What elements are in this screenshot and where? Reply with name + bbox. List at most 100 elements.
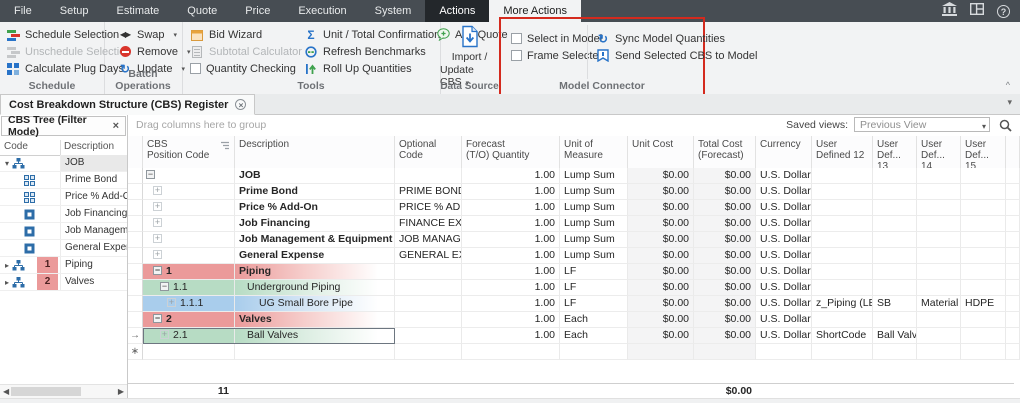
cell-cur[interactable]: U.S. Dollar xyxy=(756,216,812,232)
tab-cbs-register[interactable]: Cost Breakdown Structure (CBS) Register xyxy=(0,94,255,115)
new-row-icon[interactable]: ∗ xyxy=(128,344,143,360)
cell-qty[interactable]: 1.00 xyxy=(462,296,560,312)
tree-code-cell[interactable]: 1 xyxy=(37,257,58,273)
cell-uom[interactable]: Lump Sum xyxy=(560,200,628,216)
cell-ud12[interactable] xyxy=(812,184,873,200)
unit-total-confirmation-button[interactable]: Σ Unit / Total Confirmation xyxy=(302,26,442,43)
cell-total[interactable]: $0.00 xyxy=(694,248,756,264)
collapse-icon[interactable]: − xyxy=(146,170,155,179)
tree-row[interactable]: General Expense xyxy=(0,240,127,257)
cell-description[interactable]: Underground Piping xyxy=(235,280,395,296)
cell-opt[interactable]: JOB MANAGEM... xyxy=(395,232,462,248)
cell-uom[interactable]: Each xyxy=(560,328,628,344)
cell-ud12[interactable] xyxy=(812,264,873,280)
cell-qty[interactable]: 1.00 xyxy=(462,328,560,344)
cell-qty[interactable]: 1.00 xyxy=(462,216,560,232)
tree-row[interactable]: Prime Bond xyxy=(0,172,127,189)
cell-total[interactable]: $0.00 xyxy=(694,328,756,344)
column-header-total[interactable]: Total Cost (Forecast) xyxy=(694,136,756,168)
import-update-cbs-button[interactable]: Import / Update CBS xyxy=(440,25,499,88)
tree-description-cell[interactable]: Valves xyxy=(60,274,127,290)
row-indicator[interactable] xyxy=(128,280,143,296)
cell-opt[interactable]: FINANCE EXPE... xyxy=(395,216,462,232)
bank-icon[interactable] xyxy=(942,2,957,21)
cell-ud15[interactable] xyxy=(961,344,1006,360)
column-header-qty[interactable]: Forecast (T/O) Quantity xyxy=(462,136,560,168)
cell-description[interactable]: UG Small Bore Pipe xyxy=(235,296,395,312)
cell-total[interactable]: $0.00 xyxy=(694,216,756,232)
cell-ud15[interactable] xyxy=(961,280,1006,296)
help-icon[interactable] xyxy=(997,5,1010,18)
cell-ud12[interactable] xyxy=(812,200,873,216)
tree-code-cell[interactable] xyxy=(37,206,58,222)
column-header-ud13[interactable]: User Def... 13 xyxy=(873,136,917,168)
grid-row[interactable]: +Job Management & EquipmentJOB MANAGEM..… xyxy=(128,232,1020,248)
cell-uom[interactable]: Lump Sum xyxy=(560,168,628,184)
cell-ud13[interactable] xyxy=(873,216,917,232)
cell-ud14[interactable] xyxy=(917,232,961,248)
cell-ud15[interactable] xyxy=(961,232,1006,248)
cell-ud14[interactable] xyxy=(917,280,961,296)
cell-description[interactable]: Job Financing xyxy=(235,216,395,232)
cell-total[interactable]: $0.00 xyxy=(694,296,756,312)
row-indicator[interactable] xyxy=(128,232,143,248)
row-indicator[interactable] xyxy=(128,184,143,200)
refresh-benchmarks-button[interactable]: Refresh Benchmarks xyxy=(302,43,442,60)
column-header-pos[interactable]: CBS Position Code xyxy=(143,136,235,168)
cell-opt[interactable]: GENERAL EXPE... xyxy=(395,248,462,264)
cell-ud14[interactable] xyxy=(917,200,961,216)
cell-unit[interactable]: $0.00 xyxy=(628,264,694,280)
cell-description[interactable]: Prime Bond xyxy=(235,184,395,200)
tree-horizontal-scrollbar[interactable]: ◀ ▶ xyxy=(0,384,127,399)
expand-icon[interactable]: + xyxy=(167,298,176,307)
cell-ud14[interactable]: Material xyxy=(917,296,961,312)
tabbar-dropdown-icon[interactable] xyxy=(1007,97,1012,108)
scroll-left-icon[interactable]: ◀ xyxy=(3,387,9,396)
expand-icon[interactable]: + xyxy=(153,186,162,195)
cell-unit[interactable]: $0.00 xyxy=(628,184,694,200)
expand-icon[interactable]: + xyxy=(153,234,162,243)
menu-item-actions[interactable]: Actions xyxy=(425,0,489,22)
cell-ud12[interactable] xyxy=(812,248,873,264)
cell-cbs-position-code[interactable]: +1.1.1 xyxy=(143,296,235,312)
cell-cur[interactable]: U.S. Dollar xyxy=(756,264,812,280)
cell-ud12[interactable] xyxy=(812,344,873,360)
grid-row[interactable]: −JOB1.00Lump Sum$0.00$0.00U.S. Dollar xyxy=(128,168,1020,184)
cell-description[interactable] xyxy=(235,344,395,360)
cell-ud13[interactable] xyxy=(873,200,917,216)
cell-total[interactable]: $0.00 xyxy=(694,184,756,200)
cell-opt[interactable]: PRIME BOND xyxy=(395,184,462,200)
row-indicator[interactable] xyxy=(128,296,143,312)
scroll-right-icon[interactable]: ▶ xyxy=(118,387,124,396)
quantity-checking-checkbox[interactable]: Quantity Checking xyxy=(188,60,304,77)
cell-cur[interactable]: U.S. Dollar xyxy=(756,328,812,344)
cell-cbs-position-code[interactable]: + xyxy=(143,216,235,232)
grid-row[interactable]: +Prime BondPRIME BOND1.00Lump Sum$0.00$0… xyxy=(128,184,1020,200)
cell-uom[interactable]: Lump Sum xyxy=(560,232,628,248)
cell-qty[interactable]: 1.00 xyxy=(462,264,560,280)
cell-description[interactable]: General Expense xyxy=(235,248,395,264)
cell-cbs-position-code[interactable]: − xyxy=(143,168,235,184)
cell-unit[interactable]: $0.00 xyxy=(628,200,694,216)
cell-opt[interactable] xyxy=(395,312,462,328)
cell-uom[interactable]: LF xyxy=(560,280,628,296)
cell-ud15[interactable] xyxy=(961,264,1006,280)
cell-total[interactable]: $0.00 xyxy=(694,168,756,184)
cell-qty[interactable]: 1.00 xyxy=(462,184,560,200)
tree-panel-close-icon[interactable] xyxy=(113,121,119,132)
cell-ud14[interactable] xyxy=(917,328,961,344)
tree-code-cell[interactable] xyxy=(37,155,58,171)
tree-caret-icon[interactable]: ▸ xyxy=(2,278,12,287)
menu-item-setup[interactable]: Setup xyxy=(46,0,103,22)
cell-ud13[interactable]: SB xyxy=(873,296,917,312)
menu-item-estimate[interactable]: Estimate xyxy=(102,0,173,22)
cell-qty[interactable]: 1.00 xyxy=(462,168,560,184)
cell-cur[interactable]: U.S. Dollar xyxy=(756,232,812,248)
cell-cbs-position-code[interactable] xyxy=(143,344,235,360)
tree-description-cell[interactable]: General Expense xyxy=(60,240,127,256)
ribbon-collapse-icon[interactable] xyxy=(1006,80,1010,90)
cell-unit[interactable]: $0.00 xyxy=(628,280,694,296)
group-hint[interactable]: Drag columns here to group xyxy=(136,119,266,131)
tree-description-cell[interactable]: Job Management & Equipment xyxy=(60,223,127,239)
tree-column-code[interactable]: Code xyxy=(4,141,28,152)
